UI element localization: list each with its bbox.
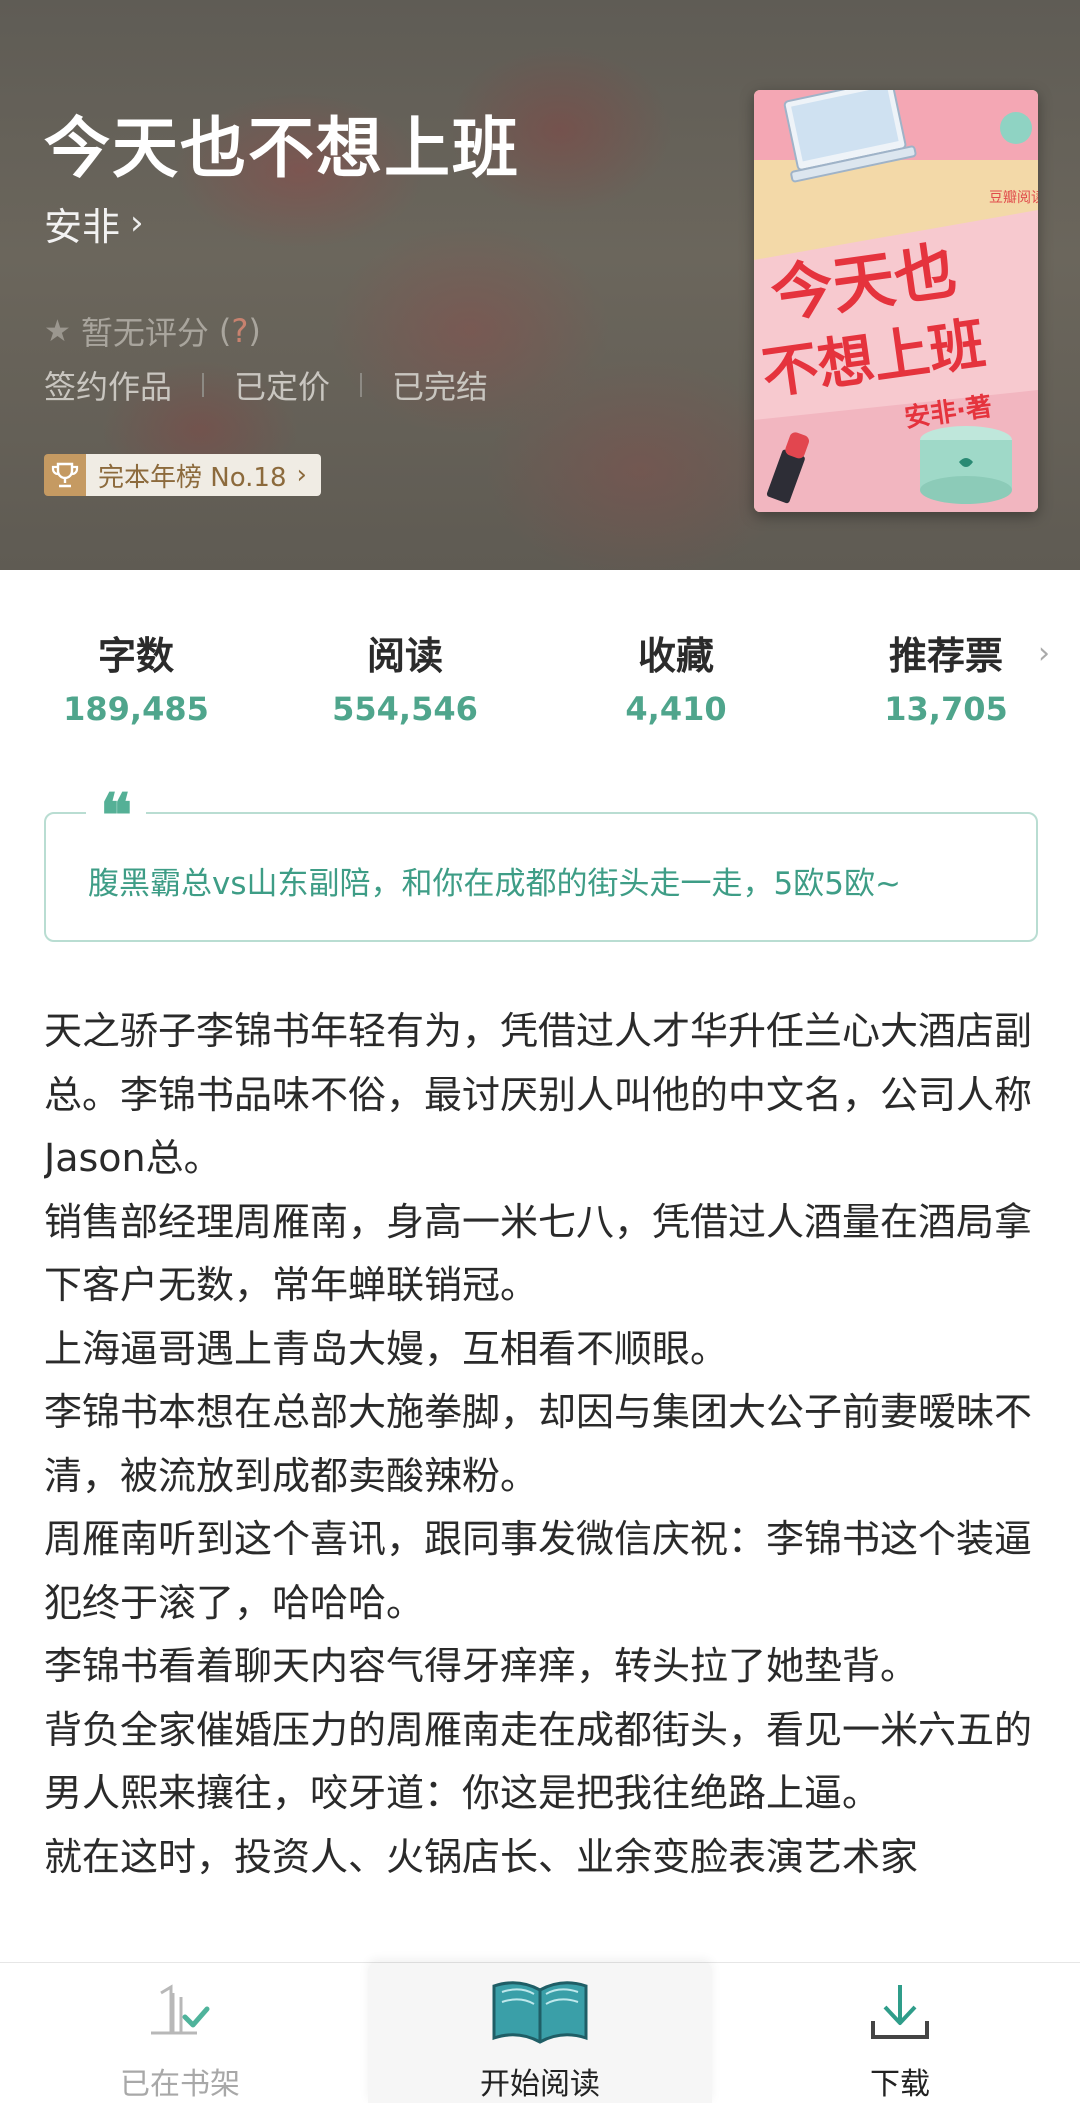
stat-label: 推荐票 bbox=[888, 634, 1003, 678]
synopsis: 天之骄子李锦书年轻有为，凭借过人才华升任兰心大酒店副总。李锦书品味不俗，最讨厌别… bbox=[44, 1000, 1044, 1960]
start-reading-label: 开始阅读 bbox=[480, 2067, 600, 2102]
synopsis-paragraph: 天之骄子李锦书年轻有为，凭借过人才华升任兰心大酒店副总。李锦书品味不俗，最讨厌别… bbox=[44, 1009, 1033, 1180]
on-shelf-label: 已在书架 bbox=[120, 2067, 240, 2102]
divider bbox=[360, 373, 363, 397]
bookshelf-check-icon bbox=[145, 1973, 215, 2053]
trophy-icon bbox=[44, 454, 86, 496]
on-shelf-button[interactable]: 已在书架 bbox=[0, 1963, 360, 2103]
tagline-box: ❝ 腹黑霸总vs山东副陪，和你在成都的街头走一走，5欧5欧~ bbox=[44, 786, 1038, 942]
stat-word-count: 字数 189,485 bbox=[36, 630, 236, 728]
star-icon: ★ bbox=[44, 313, 71, 349]
start-reading-button[interactable]: 开始阅读 bbox=[368, 1963, 712, 2103]
stat-value: 554,546 bbox=[332, 690, 478, 728]
rating-row: ★ 暂无评分 (?) bbox=[44, 308, 261, 354]
book-cover[interactable]: 豆瓣阅读 今天也 不想上班 安非·著 bbox=[754, 90, 1038, 512]
divider bbox=[202, 373, 205, 397]
author-link[interactable]: 安非 › bbox=[44, 198, 144, 249]
synopsis-paragraph: 周雁南听到这个喜讯，跟同事发微信庆祝：李锦书这个装逼犯终于滚了，哈哈哈。 bbox=[44, 1517, 1033, 1625]
tag-signed: 签约作品 bbox=[44, 368, 173, 406]
synopsis-paragraph: 就在这时，投资人、火锅店长、业余变脸表演艺术家 bbox=[44, 1834, 919, 1879]
stat-value: 4,410 bbox=[625, 690, 727, 728]
book-title: 今天也不想上班 bbox=[44, 110, 520, 187]
synopsis-paragraph: 背负全家催婚压力的周雁南走在成都街头，看见一米六五的男人熙来攘往，咬牙道：你这是… bbox=[44, 1707, 1033, 1816]
chevron-right-icon: › bbox=[296, 460, 307, 490]
synopsis-paragraph: 李锦书看着聊天内容气得牙痒痒，转头拉了她垫背。 bbox=[44, 1644, 919, 1688]
stat-label: 字数 bbox=[97, 634, 174, 678]
synopsis-paragraph: 上海逼哥遇上青岛大嫚，互相看不顺眼。 bbox=[44, 1326, 729, 1371]
tag-finished: 已完结 bbox=[392, 368, 489, 406]
download-label: 下载 bbox=[870, 2067, 930, 2102]
stat-recommend-votes[interactable]: 推荐票 13,705 › bbox=[846, 630, 1050, 728]
stat-value: 13,705 bbox=[884, 690, 1008, 728]
rating-help[interactable]: (?) bbox=[219, 312, 261, 350]
stat-label: 收藏 bbox=[637, 634, 714, 678]
quote-icon: ❝ bbox=[86, 786, 147, 846]
synopsis-paragraph: 李锦书本想在总部大施拳脚，却因与集团大公子前妻暧昧不清，被流放到成都卖酸辣粉。 bbox=[44, 1390, 1033, 1498]
bottom-action-bar: 已在书架 开始阅读 下载 bbox=[0, 1962, 1080, 2103]
book-header: 今天也不想上班 安非 › ★ 暂无评分 (?) 签约作品 已定价 已完结 完本年… bbox=[0, 0, 1080, 570]
question-icon: ? bbox=[231, 312, 249, 350]
synopsis-paragraph: 销售部经理周雁南，身高一米七八，凭借过人酒量在酒局拿下客户无数，常年蝉联销冠。 bbox=[44, 1199, 1033, 1308]
tag-priced: 已定价 bbox=[234, 368, 331, 406]
rank-label: 完本年榜 No.18 bbox=[98, 462, 287, 493]
rank-badge[interactable]: 完本年榜 No.18 › bbox=[44, 454, 321, 496]
stat-favorites: 收藏 4,410 bbox=[576, 630, 776, 728]
stat-value: 189,485 bbox=[63, 690, 209, 728]
tagline-text: 腹黑霸总vs山东副陪，和你在成都的街头走一走，5欧5欧~ bbox=[88, 866, 901, 902]
download-icon bbox=[865, 1973, 935, 2053]
book-tags: 签约作品 已定价 已完结 bbox=[44, 362, 488, 408]
rating-label: 暂无评分 bbox=[80, 314, 209, 352]
chevron-right-icon: › bbox=[1038, 636, 1050, 671]
open-book-icon bbox=[490, 1973, 590, 2053]
book-stats: 字数 189,485 阅读 554,546 收藏 4,410 推荐票 13,70… bbox=[0, 630, 1080, 740]
download-button[interactable]: 下载 bbox=[720, 1963, 1080, 2103]
cover-publisher: 豆瓣阅读 bbox=[989, 189, 1038, 206]
stat-label: 阅读 bbox=[366, 634, 443, 678]
stat-reads: 阅读 554,546 bbox=[305, 630, 505, 728]
author-name: 安非 bbox=[44, 204, 121, 249]
chevron-right-icon: › bbox=[130, 203, 144, 243]
